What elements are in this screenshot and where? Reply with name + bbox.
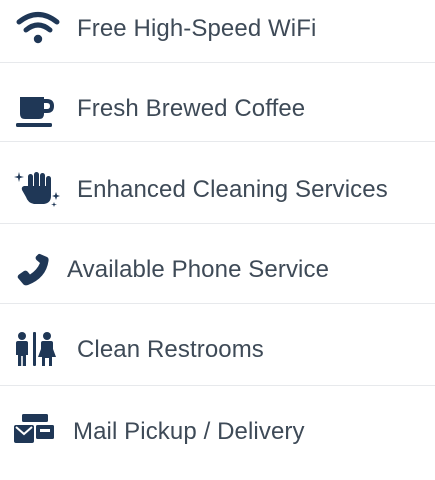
- divider: [0, 141, 435, 142]
- divider: [0, 385, 435, 386]
- amenity-label: Clean Restrooms: [77, 336, 264, 363]
- amenities-list: Free High-Speed WiFi Fresh Brewed Coffee…: [0, 0, 435, 445]
- divider: [0, 223, 435, 224]
- list-item: Available Phone Service: [0, 240, 435, 320]
- amenity-label: Fresh Brewed Coffee: [77, 95, 306, 122]
- coffee-mug-icon: [16, 97, 54, 127]
- phone-icon: [17, 253, 49, 286]
- list-item: Mail Pickup / Delivery: [0, 400, 435, 480]
- amenity-label: Enhanced Cleaning Services: [77, 176, 388, 203]
- divider: [0, 303, 435, 304]
- amenity-label: Available Phone Service: [67, 256, 330, 283]
- mail-delivery-icon: [14, 414, 54, 443]
- amenity-label: Free High-Speed WiFi: [77, 15, 317, 42]
- divider: [0, 62, 435, 63]
- amenity-label: Mail Pickup / Delivery: [73, 418, 305, 445]
- list-item: Fresh Brewed Coffee: [0, 80, 435, 160]
- restroom-icon: [16, 332, 56, 366]
- list-item: Clean Restrooms: [0, 320, 435, 400]
- wifi-icon: [16, 12, 60, 44]
- list-item: Enhanced Cleaning Services: [0, 160, 435, 240]
- list-item: Free High-Speed WiFi: [0, 0, 435, 80]
- hand-sparkles-icon: [14, 172, 60, 207]
